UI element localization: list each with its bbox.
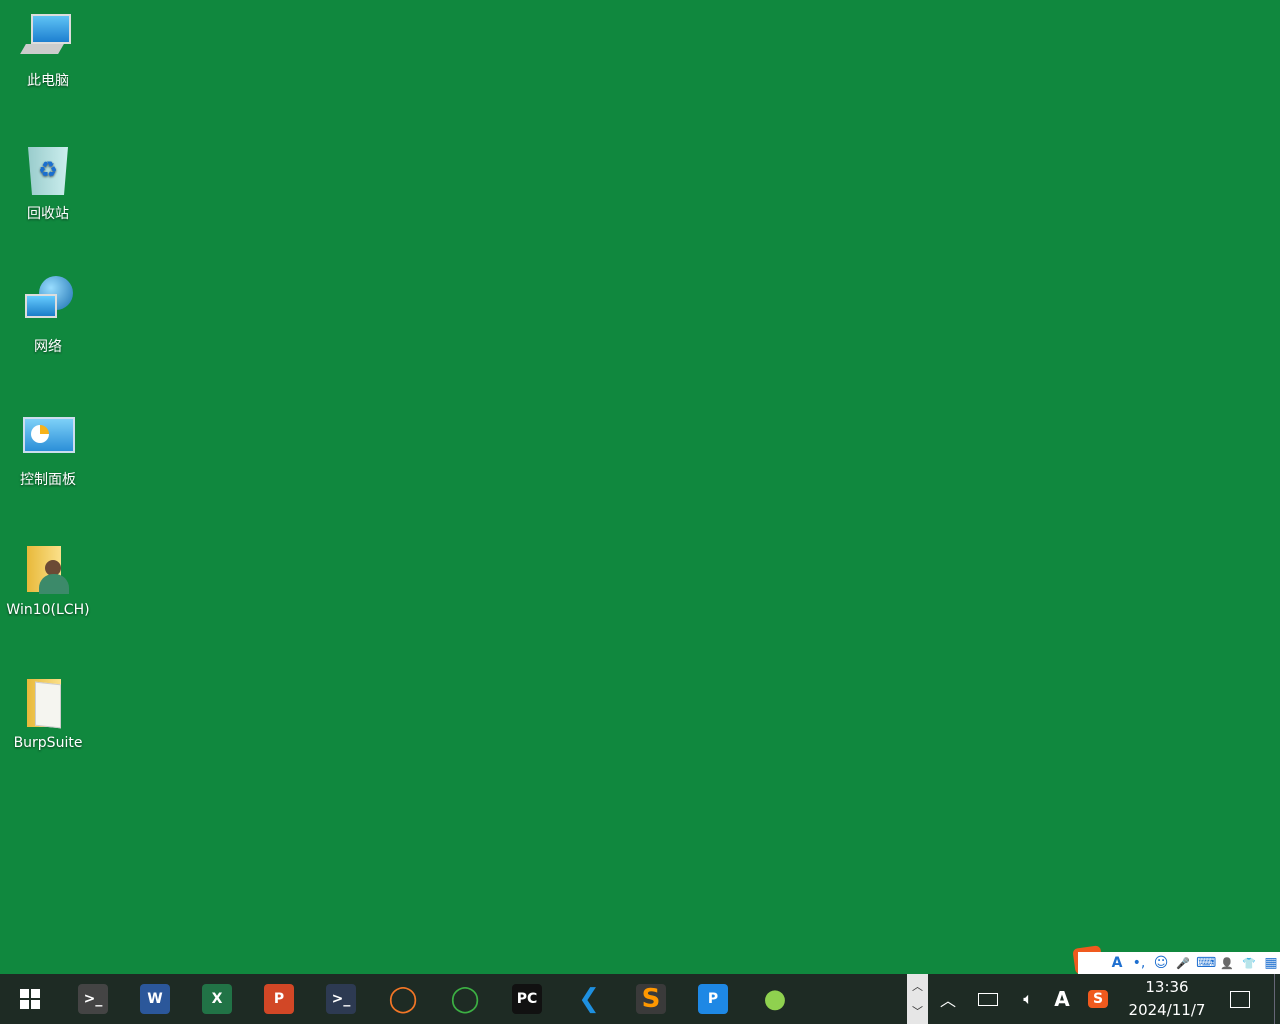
show-hidden-icons-button[interactable]: ︿ (932, 974, 964, 1024)
network-icon (21, 276, 75, 330)
taskbar-app-circle-app[interactable]: ◯ (434, 974, 496, 1024)
word-icon: W (140, 984, 170, 1014)
action-center-button[interactable] (1222, 974, 1258, 1024)
microphone-icon[interactable]: 🎤 (1174, 957, 1192, 970)
computer-icon (20, 10, 75, 64)
taskbar-app-vscode[interactable]: ❮ (558, 974, 620, 1024)
taskbar-app-terminal-tool[interactable]: >_ (62, 974, 124, 1024)
taskbar-app-pycharm[interactable]: PC (496, 974, 558, 1024)
taskbar-app-green-app[interactable]: ● (744, 974, 806, 1024)
icon-label: 此电脑 (27, 73, 69, 89)
show-desktop-button[interactable] (1274, 974, 1280, 1024)
sublime-icon: S (636, 984, 666, 1014)
skin-icon[interactable]: 👕 (1240, 957, 1258, 970)
pycharm-icon: PC (512, 984, 542, 1014)
p-app-icon: P (698, 984, 728, 1014)
green-app-icon: ● (763, 984, 787, 1014)
desktop-icon-computer[interactable]: 此电脑 (0, 10, 96, 90)
punctuation-icon[interactable]: •, (1130, 955, 1148, 971)
powershell-icon: >_ (326, 984, 356, 1014)
scroll-down-icon[interactable]: ﹀ (907, 999, 928, 1024)
desktop-icon-control-panel[interactable]: 控制面板 (0, 409, 96, 489)
excel-icon: X (202, 984, 232, 1014)
terminal-tool-icon: >_ (78, 984, 108, 1014)
user-icon[interactable]: 👤 (1218, 957, 1236, 970)
circle-app-icon: ◯ (450, 984, 480, 1014)
network-tray-icon[interactable] (972, 974, 1004, 1024)
taskbar-scroll[interactable]: ︿ ﹀ (907, 974, 928, 1024)
icon-label: 控制面板 (20, 472, 76, 488)
clock-time: 13:36 (1145, 978, 1189, 996)
ime-toolbar: A •, ☺ 🎤 ⌨ 👤 👕 ▦ (1078, 952, 1280, 974)
icon-label: BurpSuite (13, 735, 83, 751)
desktop-icon-user-folder[interactable]: Win10(LCH) (0, 542, 96, 618)
folder-icon (21, 675, 75, 729)
powerpoint-icon: P (264, 984, 294, 1014)
taskbar-app-excel[interactable]: X (186, 974, 248, 1024)
keyboard-icon[interactable]: ⌨ (1196, 955, 1216, 971)
icon-label: 网络 (34, 339, 62, 355)
toolbox-icon[interactable]: ▦ (1262, 955, 1280, 971)
desktop-icon-burpsuite[interactable]: BurpSuite (0, 675, 96, 751)
clock-date: 2024/11/7 (1128, 1001, 1206, 1019)
desktop-icon-recycle-bin[interactable]: ♻ 回收站 (0, 143, 96, 223)
sogou-tray-glyph: S (1088, 990, 1108, 1008)
user-folder-icon (21, 542, 75, 596)
taskbar-app-word[interactable]: W (124, 974, 186, 1024)
taskbar: >_ W X P >_ ◯ ◯ PC ❮ S P ● ︿ ﹀ ︿ 🔈︎ A S 13:36 2024/1… (0, 974, 1280, 1024)
taskbar-app-powerpoint[interactable]: P (248, 974, 310, 1024)
clock[interactable]: 13:36 2024/11/7 (1120, 974, 1214, 1024)
icon-label: Win10(LCH) (6, 602, 90, 618)
notification-icon (1230, 990, 1250, 1008)
start-button[interactable] (0, 974, 60, 1024)
vscode-icon: ❮ (578, 984, 600, 1014)
ime-mode-icon[interactable]: A (1108, 955, 1126, 971)
recycle-bin-icon: ♻ (21, 143, 75, 197)
taskbar-app-sublime[interactable]: S (620, 974, 682, 1024)
volume-icon[interactable]: 🔈︎ (1012, 974, 1044, 1024)
icon-label: 回收站 (27, 206, 69, 222)
emoji-icon[interactable]: ☺ (1152, 955, 1170, 971)
sogou-tray-icon[interactable]: S (1082, 974, 1114, 1024)
taskbar-app-powershell[interactable]: >_ (310, 974, 372, 1024)
windows-icon (20, 989, 40, 1009)
jupyter-icon: ◯ (388, 984, 418, 1014)
ime-language-indicator[interactable]: A (1046, 974, 1078, 1024)
taskbar-app-p-app[interactable]: P (682, 974, 744, 1024)
taskbar-app-jupyter[interactable]: ◯ (372, 974, 434, 1024)
desktop-icon-network[interactable]: 网络 (0, 276, 96, 356)
control-panel-icon (21, 409, 75, 463)
scroll-up-icon[interactable]: ︿ (907, 974, 928, 999)
